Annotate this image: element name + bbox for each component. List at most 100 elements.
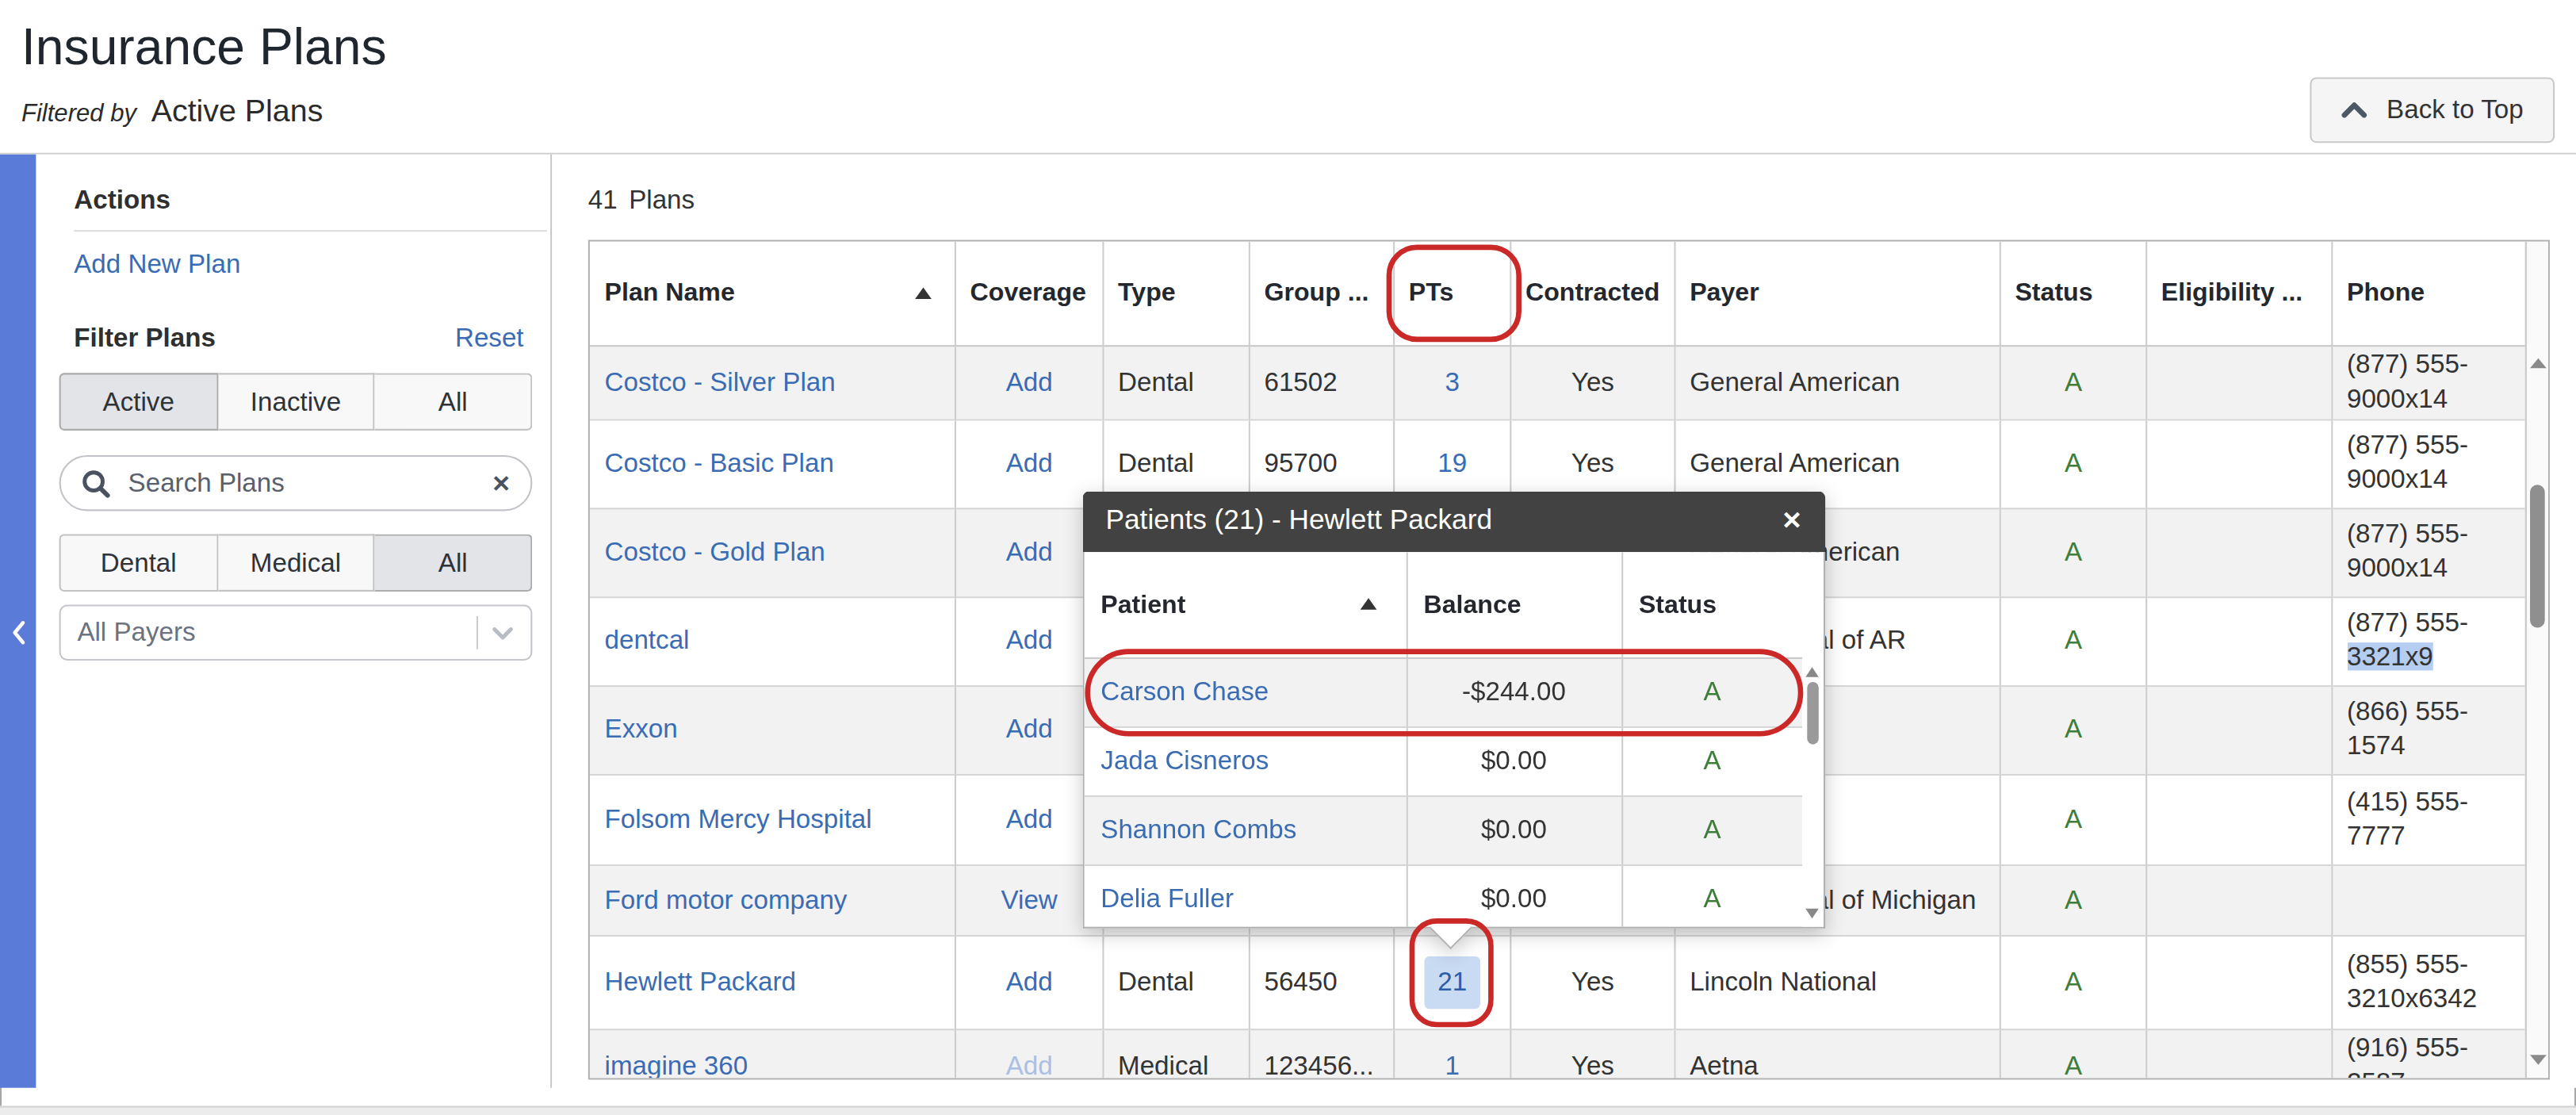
horizontal-scrollbar[interactable] (0, 1106, 2576, 1115)
popup-column-header-balance[interactable]: Balance (1407, 551, 1621, 657)
phone-cell (2331, 864, 2525, 935)
plan-name-link[interactable]: Costco - Silver Plan (605, 367, 836, 395)
filter-plans-heading: Filter Plans (74, 324, 216, 353)
coverage-link[interactable]: Add (1006, 1052, 1053, 1079)
search-input[interactable] (124, 466, 478, 499)
scroll-down-icon[interactable] (2530, 1054, 2547, 1063)
add-new-plan-link[interactable]: Add New Plan (74, 250, 240, 279)
plan-name-link[interactable]: imagine 360 (605, 1052, 748, 1079)
coverage-link[interactable]: Add (1006, 367, 1053, 395)
page-title: Insurance Plans (21, 18, 387, 78)
column-header-coverage[interactable]: Coverage (955, 241, 1102, 346)
patient-name-link[interactable]: Delia Fuller (1100, 884, 1234, 912)
column-header-eligibility[interactable]: Eligibility ... (2145, 241, 2331, 346)
column-header-type[interactable]: Type (1102, 241, 1248, 346)
plans-count: 41Plans (588, 186, 695, 215)
coverage-link[interactable]: Add (1006, 538, 1053, 565)
plan-name-cell: dentcal (590, 596, 955, 685)
scroll-up-icon[interactable] (1805, 666, 1819, 676)
close-icon[interactable]: ✕ (1782, 507, 1802, 536)
scroll-up-icon[interactable] (2530, 358, 2547, 367)
status-cell: A (2000, 508, 2145, 596)
plan-name-link[interactable]: Hewlett Packard (605, 967, 796, 994)
sidebar-collapse-bar[interactable] (0, 155, 36, 1087)
plan-name-link[interactable]: Costco - Gold Plan (605, 538, 825, 565)
coverage-cell: Add (955, 935, 1102, 1029)
status-filter-group: ActiveInactiveAll (59, 373, 533, 431)
column-header-pts[interactable]: PTs (1393, 241, 1510, 346)
coverage-link[interactable]: View (1001, 885, 1058, 913)
popup-vertical-scrollbar[interactable] (1802, 658, 1824, 926)
eligibility-cell (2145, 1029, 2331, 1079)
patient-name-link[interactable]: Shannon Combs (1100, 815, 1296, 843)
coverage-link[interactable]: Add (1006, 804, 1053, 832)
type-cell: Dental (1102, 345, 1248, 419)
sidebar: Actions Add New Plan Filter Plans Reset … (36, 155, 553, 1087)
plans-count-label: Plans (629, 186, 695, 213)
plan-name-link[interactable]: Folsom Mercy Hospital (605, 804, 872, 832)
type-filter-medical[interactable]: Medical (218, 534, 375, 592)
scroll-down-icon[interactable] (1805, 908, 1819, 918)
pts-count-link[interactable]: 19 (1437, 449, 1467, 477)
phone-cell: (877) 555-9000x14 (2331, 419, 2525, 508)
status-filter-active[interactable]: Active (59, 373, 218, 431)
coverage-cell: Add (955, 419, 1102, 508)
plan-name-link[interactable]: dentcal (605, 626, 690, 653)
plan-name-link[interactable]: Exxon (605, 715, 678, 742)
search-plans-field[interactable]: ✕ (59, 455, 533, 511)
plan-name-link[interactable]: Costco - Basic Plan (605, 449, 834, 477)
phone-cell: (877) 555-9000x14 (2331, 508, 2525, 596)
column-header-group[interactable]: Group ... (1249, 241, 1393, 346)
pts-count-link[interactable]: 21 (1425, 956, 1480, 1008)
scrollbar-thumb[interactable] (2530, 484, 2545, 626)
coverage-cell: Add (955, 596, 1102, 685)
pts-count-link[interactable]: 1 (1445, 1052, 1460, 1079)
back-to-top-label: Back to Top (2387, 95, 2524, 125)
status-filter-all[interactable]: All (375, 373, 532, 431)
coverage-cell: View (955, 864, 1102, 935)
status-cell: A (1621, 864, 1802, 928)
coverage-link[interactable]: Add (1006, 449, 1053, 477)
type-filter-group: DentalMedicalAll (59, 534, 533, 592)
column-header-payer[interactable]: Payer (1674, 241, 1999, 346)
table-vertical-scrollbar[interactable] (2525, 241, 2548, 1078)
column-header-contracted[interactable]: Contracted (1510, 241, 1674, 346)
column-header-plan-name[interactable]: Plan Name (590, 241, 955, 346)
popup-column-header-patient[interactable]: Patient (1085, 551, 1407, 657)
coverage-link[interactable]: Add (1006, 626, 1053, 653)
balance-cell: -$244.00 (1407, 657, 1621, 726)
filtered-by-label: Filtered by (21, 98, 136, 126)
patient-name-link[interactable]: Jada Cisneros (1100, 746, 1269, 774)
column-header-phone[interactable]: Phone (2331, 241, 2525, 346)
coverage-link[interactable]: Add (1006, 715, 1053, 742)
status-cell: A (2000, 864, 2145, 935)
coverage-cell: Add (955, 1029, 1102, 1079)
column-header-status[interactable]: Status (2000, 241, 2145, 346)
scrollbar-thumb[interactable] (1807, 681, 1819, 744)
group-cell: 123456... (1249, 1029, 1393, 1079)
plan-name-cell: Costco - Gold Plan (590, 508, 955, 596)
status-cell: A (2000, 345, 2145, 419)
payer-dropdown[interactable]: All Payers (59, 605, 533, 661)
reset-link[interactable]: Reset (455, 324, 524, 353)
patient-name-link[interactable]: Carson Chase (1100, 677, 1269, 705)
group-cell: 56450 (1249, 935, 1393, 1029)
status-filter-inactive[interactable]: Inactive (218, 373, 375, 431)
clear-search-icon[interactable]: ✕ (492, 470, 511, 496)
chevron-up-icon (2341, 102, 2367, 118)
phone-cell: (916) 555-2587 (2331, 1029, 2525, 1079)
patient-row: Shannon Combs$0.00A (1085, 795, 1803, 864)
sort-asc-icon (1360, 598, 1376, 610)
back-to-top-button[interactable]: Back to Top (2310, 77, 2555, 143)
balance-cell: $0.00 (1407, 795, 1621, 864)
patients-popup: Patients (21) - Hewlett Packard ✕ Patien… (1083, 492, 1826, 928)
filtered-by-value: Active Plans (151, 94, 323, 130)
contracted-cell: Yes (1510, 935, 1674, 1029)
popup-column-header-status[interactable]: Status (1621, 551, 1802, 657)
type-filter-all[interactable]: All (375, 534, 532, 592)
plan-row: Costco - Silver PlanAddDental615023YesGe… (590, 345, 2525, 419)
coverage-link[interactable]: Add (1006, 967, 1053, 994)
pts-count-link[interactable]: 3 (1445, 367, 1460, 395)
plan-name-link[interactable]: Ford motor company (605, 885, 848, 913)
type-filter-dental[interactable]: Dental (59, 534, 218, 592)
